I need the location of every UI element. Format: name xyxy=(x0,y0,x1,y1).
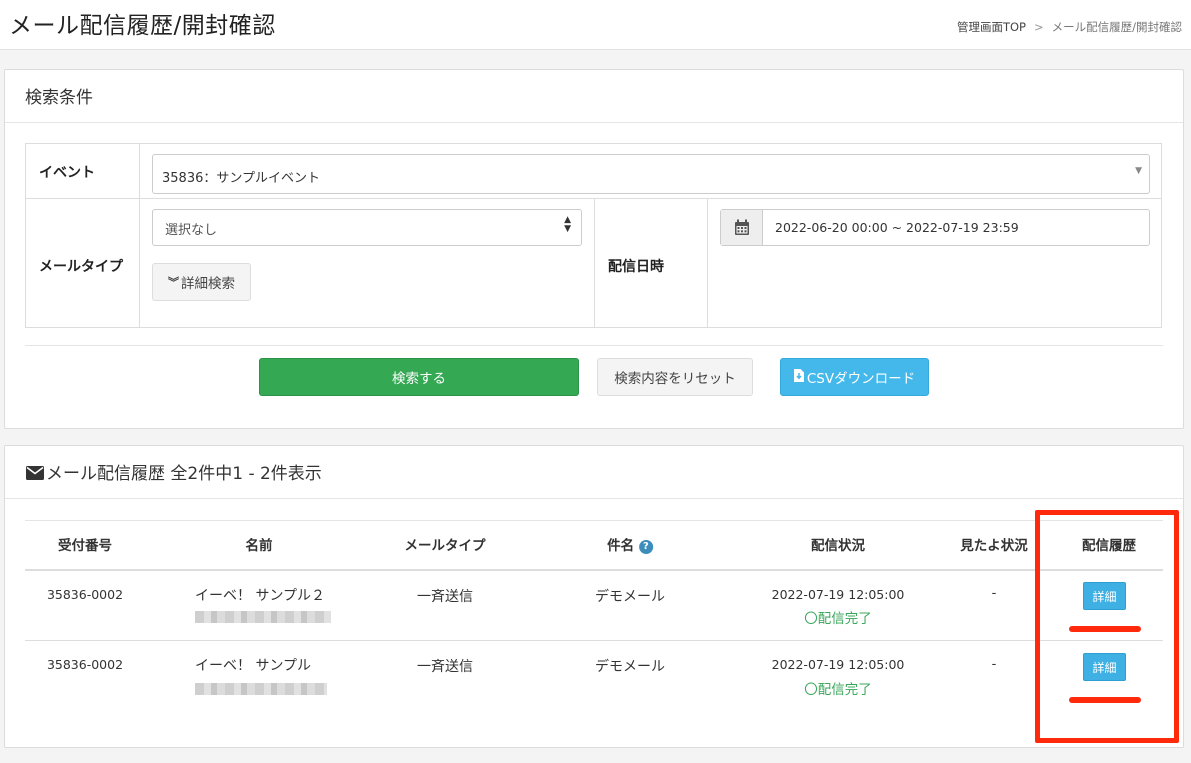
row-mail-type: 一斉送信 xyxy=(417,589,473,605)
mail-history-header: メール配信履歴 全2件中1 - 2件表示 xyxy=(5,446,1183,499)
col-header-delivery-status: 配信状況 xyxy=(811,538,865,554)
search-conditions-header: 検索条件 xyxy=(5,70,1183,123)
row-receipt-number: 35836-0002 xyxy=(46,657,124,672)
mail-history-title-text: メール配信履歴 全2件中1 - 2件表示 xyxy=(46,464,322,484)
csv-download-label: CSVダウンロード xyxy=(806,371,916,387)
csv-download-button[interactable]: CSVダウンロード xyxy=(780,358,929,396)
chevron-double-down-icon: ︾ xyxy=(168,276,179,289)
row-mail-type: 一斉送信 xyxy=(417,659,473,675)
page-header: メール配信履歴/開封確認 管理画面TOP > メール配信履歴/開封確認 xyxy=(0,0,1191,50)
breadcrumb-current: メール配信履歴/開封確認 xyxy=(1051,20,1182,34)
row-subject: デモメール xyxy=(595,659,665,675)
row-divider xyxy=(25,640,1163,641)
table-header-border xyxy=(25,569,1163,571)
row-delivery-date: 2022-07-19 12:05:00 xyxy=(771,587,905,602)
breadcrumb: 管理画面TOP > メール配信履歴/開封確認 xyxy=(957,19,1182,35)
file-download-icon xyxy=(793,368,804,386)
detail-search-button-label: 詳細検索 xyxy=(181,276,235,292)
row-name: イーベ！ サンプル xyxy=(195,658,312,674)
event-label: イベント xyxy=(39,165,95,181)
col-header-mail-type: メールタイプ xyxy=(404,538,486,554)
search-conditions-panel: 検索条件 イベント 35836：サンプルイベント ▼ メールタイプ 選択なし ▲… xyxy=(4,69,1184,429)
table-divider xyxy=(707,198,708,327)
search-conditions-title: 検索条件 xyxy=(25,88,93,108)
mail-type-label: メールタイプ xyxy=(39,259,123,275)
breadcrumb-home-link[interactable]: 管理画面TOP xyxy=(957,20,1026,34)
detail-search-button[interactable]: ︾ 詳細検索 xyxy=(152,263,251,301)
sort-arrows-icon: ▲ ▼ xyxy=(564,215,571,234)
event-select[interactable]: 35836：サンプルイベント ▼ xyxy=(152,154,1150,194)
envelope-icon xyxy=(26,465,44,485)
calendar-icon xyxy=(721,210,763,245)
col-header-subject: 件名 ? xyxy=(607,534,653,554)
circle-icon: 〇 xyxy=(804,611,818,627)
table-divider xyxy=(139,144,140,327)
table-top-border xyxy=(25,520,1163,521)
help-icon[interactable]: ? xyxy=(638,540,653,554)
row-delivery-date: 2022-07-19 12:05:00 xyxy=(771,657,905,672)
caret-down-icon: ▼ xyxy=(1135,166,1142,176)
reset-search-button[interactable]: 検索内容をリセット xyxy=(597,358,753,396)
mail-type-select-value: 選択なし xyxy=(165,223,218,238)
row-receipt-number: 35836-0002 xyxy=(46,587,124,602)
search-submit-button[interactable]: 検索する xyxy=(259,358,579,396)
delivery-date-value: 2022-06-20 00:00 ~ 2022-07-19 23:59 xyxy=(775,220,1019,235)
row-seen-status: - xyxy=(991,657,997,672)
delivery-date-label: 配信日時 xyxy=(608,259,664,275)
search-divider xyxy=(25,345,1163,346)
row-delivery-status-label: 配信完了 xyxy=(817,682,872,698)
circle-icon: 〇 xyxy=(804,682,818,698)
row-name: イーベ！ サンプル２ xyxy=(195,588,326,604)
delivery-date-input[interactable]: 2022-06-20 00:00 ~ 2022-07-19 23:59 xyxy=(720,209,1150,246)
col-header-receipt-number: 受付番号 xyxy=(58,538,112,554)
row-delivery-status-label: 配信完了 xyxy=(817,611,872,627)
redacted-email xyxy=(195,683,327,695)
col-header-seen-status: 見たよ状況 xyxy=(960,538,1028,554)
row-subject: デモメール xyxy=(595,589,665,605)
mail-history-title: メール配信履歴 全2件中1 - 2件表示 xyxy=(26,459,322,485)
row-delivery-status: 〇配信完了 xyxy=(804,607,872,627)
row-seen-status: - xyxy=(991,586,997,601)
col-header-subject-label: 件名 xyxy=(607,538,635,554)
mail-type-select[interactable]: 選択なし ▲ ▼ xyxy=(152,209,582,246)
col-header-name: 名前 xyxy=(245,538,273,554)
mail-history-panel: メール配信履歴 全2件中1 - 2件表示 受付番号 名前 メールタイプ 件名 ?… xyxy=(4,445,1184,748)
redacted-email xyxy=(195,611,331,623)
annotation-underline xyxy=(1069,697,1141,703)
event-select-value: 35836：サンプルイベント xyxy=(162,171,320,186)
annotation-underline xyxy=(1069,626,1141,632)
row-delivery-status: 〇配信完了 xyxy=(804,678,872,698)
breadcrumb-separator: > xyxy=(1033,20,1044,34)
table-divider xyxy=(594,198,595,327)
search-conditions-table: イベント 35836：サンプルイベント ▼ メールタイプ 選択なし ▲ ▼ ︾ 詳細… xyxy=(25,143,1162,328)
page-title: メール配信履歴/開封確認 xyxy=(9,13,276,39)
